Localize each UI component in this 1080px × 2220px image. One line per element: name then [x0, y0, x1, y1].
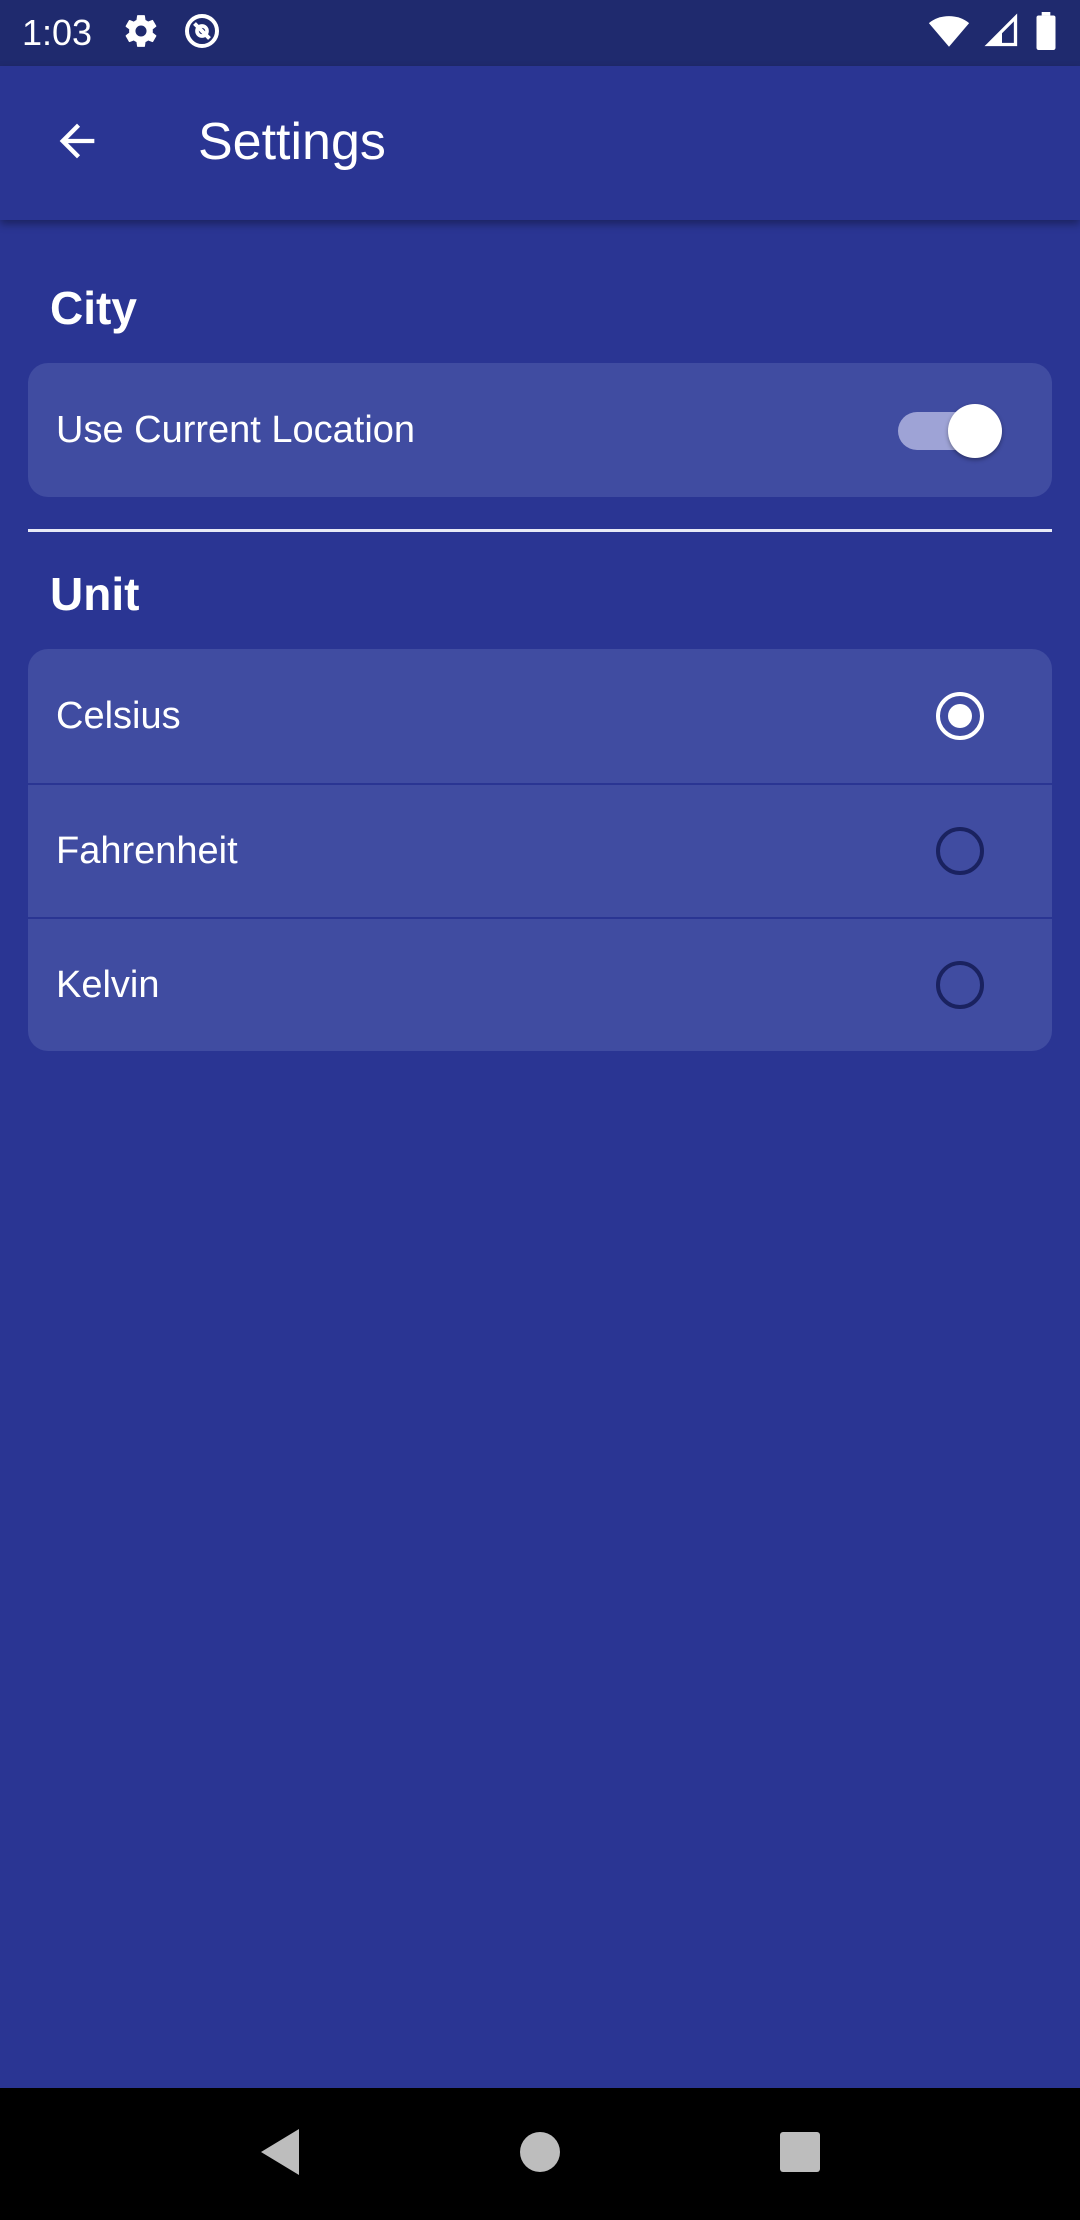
unit-card: Celsius Fahrenheit Kelvin	[28, 649, 1052, 1051]
status-system-icons	[928, 11, 1058, 55]
unit-option-label: Kelvin	[56, 963, 160, 1006]
unit-option-label: Celsius	[56, 694, 181, 737]
section-divider	[28, 529, 1052, 532]
unit-option-celsius[interactable]: Celsius	[28, 649, 1052, 783]
recents-square-icon	[779, 2131, 821, 2178]
unit-option-fahrenheit[interactable]: Fahrenheit	[28, 783, 1052, 917]
use-current-location-label: Use Current Location	[56, 408, 416, 451]
radio-unselected-icon[interactable]	[936, 827, 984, 875]
page-title: Settings	[198, 113, 386, 171]
back-triangle-icon	[257, 2127, 303, 2182]
status-notification-icons	[122, 11, 222, 56]
radio-selected-icon[interactable]	[936, 692, 984, 740]
unit-option-kelvin[interactable]: Kelvin	[28, 917, 1052, 1051]
use-current-location-row[interactable]: Use Current Location	[28, 363, 1052, 497]
home-circle-icon	[519, 2131, 561, 2178]
radio-unselected-icon[interactable]	[936, 961, 984, 1009]
unit-option-label: Fahrenheit	[56, 829, 238, 872]
battery-icon	[1034, 11, 1058, 55]
nav-back-button[interactable]	[240, 2114, 320, 2194]
no-entry-icon	[182, 11, 222, 56]
use-current-location-switch[interactable]	[898, 404, 1002, 458]
back-button[interactable]	[0, 66, 154, 220]
status-bar: 1:03	[0, 0, 1080, 66]
nav-recents-button[interactable]	[760, 2114, 840, 2194]
system-nav-bar	[0, 2088, 1080, 2220]
nav-home-button[interactable]	[500, 2114, 580, 2194]
section-header-city: City	[50, 282, 137, 334]
section-header-unit: Unit	[50, 568, 140, 620]
settings-gear-icon	[122, 12, 160, 55]
wifi-icon	[928, 13, 970, 54]
switch-thumb	[948, 404, 1002, 458]
arrow-back-icon	[51, 115, 103, 172]
app-bar: Settings	[0, 66, 1080, 220]
cellular-signal-icon	[984, 13, 1020, 54]
status-time: 1:03	[22, 12, 93, 53]
city-card: Use Current Location	[28, 363, 1052, 497]
